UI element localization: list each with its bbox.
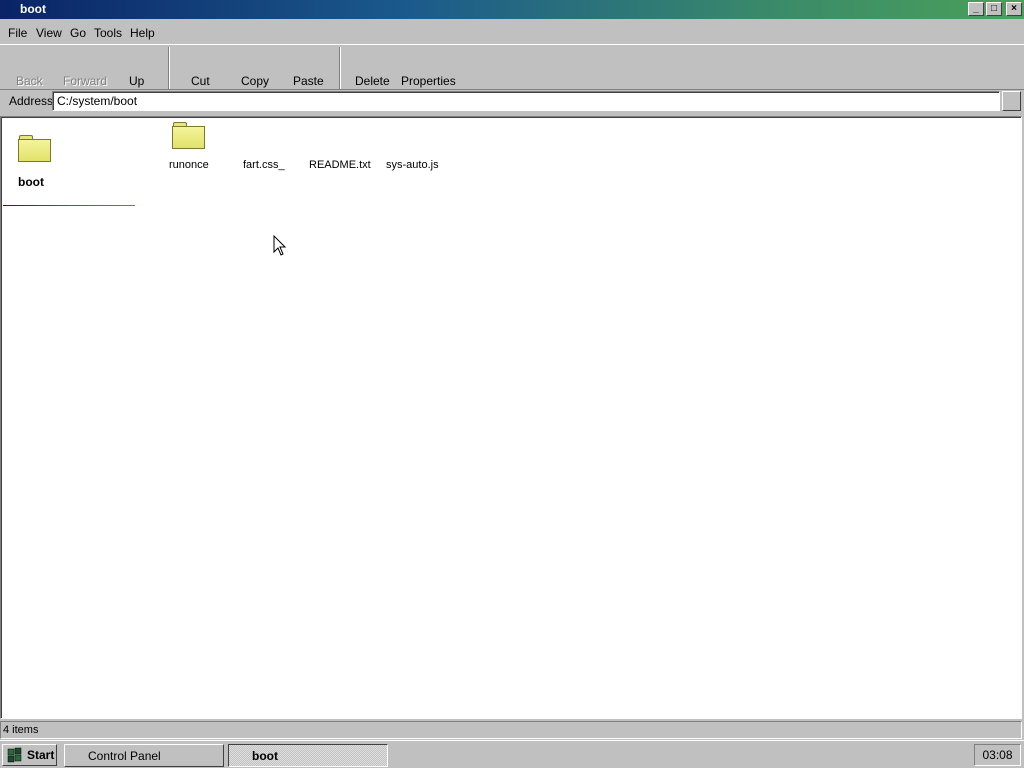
folder-title: boot bbox=[18, 175, 44, 189]
address-label: Address bbox=[9, 94, 54, 108]
file-name: sys-auto.js bbox=[386, 159, 439, 171]
window-title: boot bbox=[20, 2, 46, 16]
file-item-fart-css[interactable]: fart.css_ bbox=[243, 159, 285, 171]
cut-button[interactable]: Cut bbox=[191, 74, 210, 88]
file-name: README.txt bbox=[309, 159, 371, 171]
menu-file[interactable]: File bbox=[8, 26, 27, 40]
toolbar: Back Forward Up Cut Copy Paste Delete Pr… bbox=[0, 44, 1024, 90]
start-button[interactable]: Start bbox=[2, 744, 57, 766]
restore-icon: □ bbox=[990, 3, 998, 14]
window-title-bar[interactable]: boot _ □ × bbox=[0, 0, 1024, 19]
panel-divider bbox=[3, 205, 135, 206]
minimize-button[interactable]: _ bbox=[968, 2, 984, 16]
menu-view[interactable]: View bbox=[36, 26, 62, 40]
back-button[interactable]: Back bbox=[16, 74, 43, 88]
menu-bar: File View Go Tools Help bbox=[0, 22, 1024, 42]
status-bar: 4 items bbox=[0, 721, 1022, 739]
file-name: fart.css_ bbox=[243, 159, 285, 171]
task-boot[interactable]: boot bbox=[228, 744, 388, 767]
task-control-panel[interactable]: Control Panel bbox=[64, 744, 224, 767]
maximize-button[interactable]: □ bbox=[986, 2, 1002, 16]
folder-icon bbox=[171, 122, 206, 150]
file-item-sys-auto[interactable]: sys-auto.js bbox=[386, 159, 439, 171]
menu-help[interactable]: Help bbox=[130, 26, 155, 40]
forward-button[interactable]: Forward bbox=[63, 74, 107, 88]
start-logo-icon bbox=[7, 747, 22, 763]
close-icon: × bbox=[1011, 3, 1017, 14]
up-button[interactable]: Up bbox=[129, 74, 144, 88]
folder-view[interactable]: boot runonce fart.css_ README.txt sys-au… bbox=[0, 116, 1022, 719]
address-bar: Address bbox=[0, 90, 1024, 112]
file-item-readme[interactable]: README.txt bbox=[309, 159, 371, 171]
toolbar-separator bbox=[339, 47, 341, 89]
toolbar-separator bbox=[168, 47, 170, 89]
file-name: runonce bbox=[169, 159, 209, 171]
address-input[interactable] bbox=[52, 91, 1000, 111]
item-count: 4 items bbox=[3, 724, 39, 736]
system-tray: 03:08 bbox=[974, 744, 1021, 766]
taskbar: Start Control Panel boot 03:08 bbox=[0, 740, 1024, 768]
menu-tools[interactable]: Tools bbox=[94, 26, 122, 40]
file-item-runonce[interactable]: runonce bbox=[169, 122, 209, 171]
mouse-cursor-icon bbox=[273, 235, 287, 256]
address-go-button[interactable] bbox=[1002, 91, 1021, 111]
window-controls: _ □ × bbox=[968, 2, 1022, 16]
close-button[interactable]: × bbox=[1006, 2, 1022, 16]
folder-icon bbox=[18, 135, 52, 163]
paste-button[interactable]: Paste bbox=[293, 74, 324, 88]
start-label: Start bbox=[27, 748, 55, 762]
copy-button[interactable]: Copy bbox=[241, 74, 269, 88]
menu-go[interactable]: Go bbox=[70, 26, 86, 40]
delete-button[interactable]: Delete bbox=[355, 74, 390, 88]
clock: 03:08 bbox=[982, 748, 1013, 762]
properties-button[interactable]: Properties bbox=[401, 74, 456, 88]
task-label: Control Panel bbox=[88, 749, 161, 763]
minimize-icon: _ bbox=[973, 3, 979, 14]
folder-info-panel: boot bbox=[3, 117, 135, 207]
task-label: boot bbox=[252, 749, 278, 763]
